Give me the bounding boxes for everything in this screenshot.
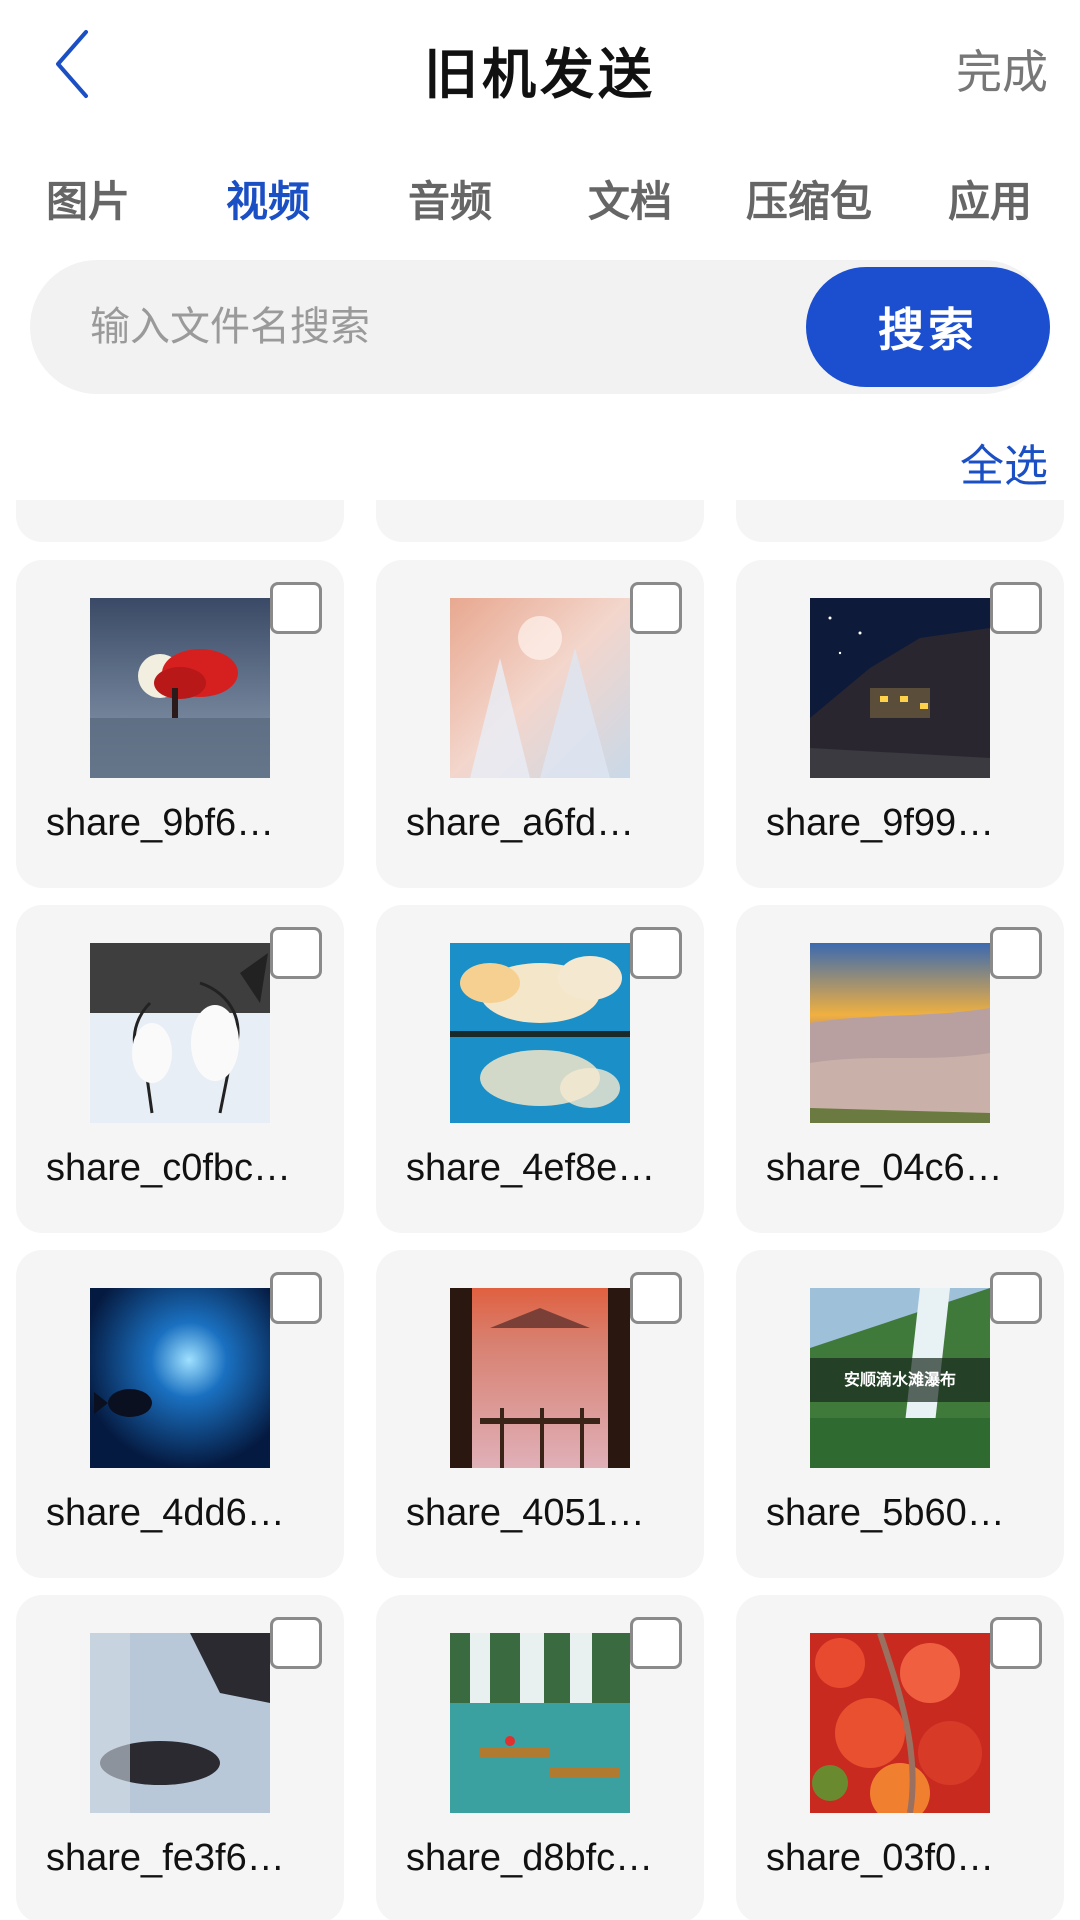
select-checkbox[interactable]: [990, 927, 1042, 979]
tab-documents[interactable]: 文档: [588, 168, 672, 229]
select-checkbox[interactable]: [990, 1617, 1042, 1669]
file-grid: share_9bf6… share_a6fd… share_9f99… shar…: [0, 500, 1080, 1920]
cranes-snow-thumbnail: [90, 943, 270, 1123]
waterfall-thumbnail: 安顺滴水滩瀑布: [810, 1288, 990, 1468]
file-name: share_04c6…: [766, 1147, 1003, 1189]
tab-audio[interactable]: 音频: [408, 168, 492, 229]
file-name: share_9bf6…: [46, 802, 275, 844]
select-checkbox[interactable]: [270, 582, 322, 634]
search-bar: 搜索: [30, 260, 1050, 394]
file-card[interactable]: share_d8bfc…: [376, 1595, 704, 1920]
frosted-trees-thumbnail: [450, 598, 630, 778]
file-name: share_4ef8e…: [406, 1147, 656, 1189]
file-name: share_c0fbc…: [46, 1147, 292, 1189]
file-card[interactable]: share_9bf6…: [16, 560, 344, 888]
video-caption: 安顺滴水滩瀑布: [843, 1370, 956, 1389]
select-checkbox[interactable]: [990, 582, 1042, 634]
tab-images[interactable]: 图片: [46, 168, 130, 229]
select-all-button[interactable]: 全选: [960, 430, 1048, 494]
search-input[interactable]: [90, 260, 790, 394]
category-tabs: 图片 视频 音频 文档 压缩包 应用: [0, 168, 1080, 232]
file-card[interactable]: share_c0fbc…: [16, 905, 344, 1233]
file-card[interactable]: share_03f0…: [736, 1595, 1064, 1920]
file-card[interactable]: share_fe3f6…: [16, 1595, 344, 1920]
night-village-thumbnail: [810, 598, 990, 778]
file-card[interactable]: share_9f99…: [736, 560, 1064, 888]
moon-red-tree-thumbnail: [90, 598, 270, 778]
car-interior-thumbnail: [90, 1633, 270, 1813]
page-title: 旧机发送: [424, 42, 656, 106]
done-button[interactable]: 完成: [956, 36, 1048, 102]
file-name: share_03f0…: [766, 1837, 995, 1879]
waterfall-boats-thumbnail: [450, 1633, 630, 1813]
select-checkbox[interactable]: [630, 1272, 682, 1324]
tab-archives[interactable]: 压缩包: [746, 168, 872, 229]
file-name: share_d8bfc…: [406, 1837, 654, 1879]
select-checkbox[interactable]: [630, 1617, 682, 1669]
partial-card: [16, 500, 344, 542]
file-card[interactable]: share_a6fd…: [376, 560, 704, 888]
file-name: share_a6fd…: [406, 802, 635, 844]
file-name: share_fe3f6…: [46, 1837, 285, 1879]
red-autumn-hill-thumbnail: [810, 1633, 990, 1813]
select-checkbox[interactable]: [990, 1272, 1042, 1324]
file-name: share_4dd6…: [46, 1492, 285, 1534]
select-checkbox[interactable]: [630, 927, 682, 979]
select-checkbox[interactable]: [270, 1617, 322, 1669]
file-name: share_5b60…: [766, 1492, 1005, 1534]
partial-card: [736, 500, 1064, 542]
file-card[interactable]: 安顺滴水滩瀑布 share_5b60…: [736, 1250, 1064, 1578]
grassland-sunset-thumbnail: [810, 943, 990, 1123]
file-card[interactable]: share_4051…: [376, 1250, 704, 1578]
underwater-fish-thumbnail: [90, 1288, 270, 1468]
partial-card: [376, 500, 704, 542]
file-name: share_9f99…: [766, 802, 995, 844]
top-bar: 旧机发送 完成: [0, 0, 1080, 130]
tab-videos[interactable]: 视频: [226, 168, 310, 229]
select-checkbox[interactable]: [630, 582, 682, 634]
tab-apps[interactable]: 应用: [948, 168, 1032, 229]
select-checkbox[interactable]: [270, 1272, 322, 1324]
file-name: share_4051…: [406, 1492, 645, 1534]
file-card[interactable]: share_4dd6…: [16, 1250, 344, 1578]
flower-field-window-thumbnail: [450, 1288, 630, 1468]
select-checkbox[interactable]: [270, 927, 322, 979]
clouds-reflection-thumbnail: [450, 943, 630, 1123]
search-button[interactable]: 搜索: [806, 267, 1050, 387]
file-card[interactable]: share_04c6…: [736, 905, 1064, 1233]
file-card[interactable]: share_4ef8e…: [376, 905, 704, 1233]
